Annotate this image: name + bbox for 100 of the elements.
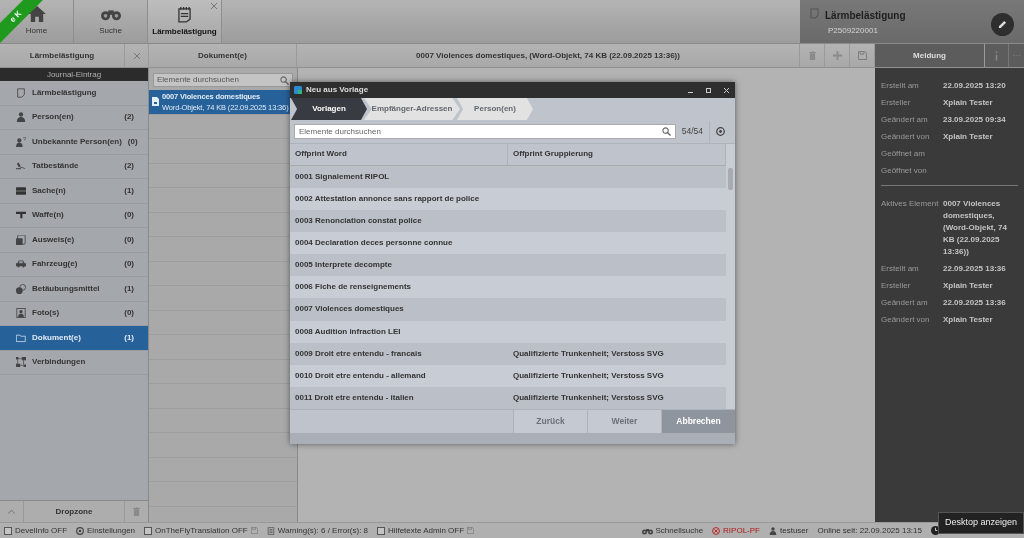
- table-row[interactable]: 0007 Violences domestiques: [290, 298, 726, 321]
- status-label[interactable]: Hilfetexte Admin OFF: [388, 524, 465, 537]
- document-icon: [16, 87, 26, 98]
- property-value: Xplain Tester: [943, 131, 993, 143]
- settings-icon[interactable]: [76, 526, 84, 535]
- sidebar-item[interactable]: Lärmbelästigung: [0, 81, 148, 106]
- search-icon[interactable]: [661, 127, 671, 136]
- sidebar-item[interactable]: Person(en) (2): [0, 105, 148, 130]
- wizard-step[interactable]: Vorlagen: [291, 98, 367, 120]
- status-label[interactable]: DevelInfo OFF: [15, 524, 67, 537]
- status-label[interactable]: Einstellungen: [87, 524, 136, 537]
- result-count: 54/54: [681, 125, 703, 138]
- search-icon[interactable]: [280, 75, 289, 85]
- sidebar-item[interactable]: Fahrzeug(e) (0): [0, 252, 148, 277]
- info-icon[interactable]: [995, 50, 998, 61]
- table-row[interactable]: 0002 Attestation annonce sans rapport de police: [290, 187, 726, 210]
- id-card-icon: [16, 234, 26, 245]
- table-row[interactable]: 0006 Fiche de renseignements: [290, 276, 726, 299]
- case-title: Lärmbelästigung: [825, 9, 906, 23]
- item-icon: [16, 185, 26, 196]
- notepad-icon: [178, 5, 191, 23]
- property-label: Aktives Element: [881, 198, 940, 210]
- search-field[interactable]: Elemente durchsuchen: [153, 73, 293, 87]
- sidebar-item[interactable]: Verbindungen: [0, 350, 148, 375]
- sidebar-item[interactable]: Sache(n) (1): [0, 179, 148, 204]
- property-label: Erstellt am: [881, 263, 920, 275]
- binoculars-icon[interactable]: [641, 526, 653, 535]
- person-icon: [16, 112, 26, 123]
- pistol-icon: [16, 210, 26, 221]
- sidebar-item[interactable]: Waffe(n) (0): [0, 203, 148, 228]
- settings-icon: [716, 127, 725, 136]
- status-label[interactable]: OnTheFlyTranslation OFF: [155, 524, 248, 537]
- panel-title: Lärmbelästigung: [29, 49, 95, 62]
- sidebar-item[interactable]: Unbekannte Person(en) (0): [0, 130, 148, 155]
- app-tab[interactable]: Lärmbelästigung: [148, 0, 222, 43]
- maximize-icon[interactable]: [706, 87, 711, 93]
- edit-button[interactable]: [991, 13, 1014, 36]
- wizard-step[interactable]: Person(en): [457, 98, 533, 120]
- property-label: Geändert am: [881, 114, 929, 126]
- column-header: Offprint Word: [295, 148, 347, 161]
- scrollbar-thumb[interactable]: [728, 168, 733, 190]
- property-value: Xplain Tester: [943, 97, 993, 109]
- error-icon[interactable]: [712, 526, 721, 535]
- table-row[interactable]: 0001 Signalement RIPOL: [290, 165, 726, 188]
- table-row[interactable]: 0010 Droit etre entendu - allemand Qualifizierte Trunkenheit; Verstoss SVG: [290, 364, 726, 387]
- edit-icon: [998, 20, 1007, 29]
- property-label: Geöffnet am: [881, 148, 926, 160]
- checkbox[interactable]: [144, 526, 153, 535]
- table-row[interactable]: 0005 Interprete decompte: [290, 254, 726, 277]
- status-label[interactable]: testuser: [780, 524, 809, 537]
- property-value: 22.09.2025 13:20: [943, 80, 1006, 92]
- property-value: 0007 Violences domestiques, (Word-Objekt, 74 KB (22.09.2025 13:36)): [943, 198, 1008, 258]
- column-header: Offprint Gruppierung: [513, 148, 593, 161]
- pills-icon: [16, 283, 26, 294]
- folder-icon: [16, 332, 26, 343]
- case-number: P2509220001: [828, 25, 879, 37]
- search-field[interactable]: Elemente durchsuchen: [294, 124, 676, 139]
- app-icon: [294, 86, 302, 94]
- table-row[interactable]: 0009 Droit etre entendu - francais Qualifizierte Trunkenheit; Verstoss SVG: [290, 342, 726, 365]
- word-file-icon: [152, 97, 159, 107]
- person-icon[interactable]: [769, 526, 777, 535]
- connections-icon: [16, 357, 26, 368]
- dialog-button[interactable]: Abbrechen: [661, 410, 735, 433]
- property-label: Erstellt am: [881, 80, 920, 92]
- panel-tab[interactable]: Meldung: [913, 49, 946, 62]
- property-label: Ersteller: [881, 97, 912, 109]
- notepad-icon[interactable]: [266, 526, 275, 535]
- table-row[interactable]: 0004 Declaration deces personne connue: [290, 232, 726, 255]
- tooltip: Desktop anzeigen: [937, 512, 1024, 534]
- status-label[interactable]: Schnellsuche: [655, 524, 704, 537]
- property-value: 22.09.2025 13:36: [943, 263, 1006, 275]
- panel-title: Dokument(e): [198, 49, 247, 62]
- property-label: Geändert am: [881, 297, 929, 309]
- chevron-up-icon[interactable]: [8, 509, 15, 514]
- gavel-icon: [16, 161, 26, 172]
- close-icon[interactable]: [724, 87, 729, 93]
- unknown-person-icon: [16, 136, 26, 147]
- sidebar-item[interactable]: Ausweis(e) (0): [0, 228, 148, 253]
- sidebar-item[interactable]: Betäubungsmittel (1): [0, 277, 148, 302]
- property-label: Geändert von: [881, 314, 931, 326]
- sidebar-item[interactable]: Dokument(e) (1): [0, 326, 148, 351]
- wizard-step[interactable]: Empfänger-Adressen: [364, 98, 460, 120]
- document-title: 0007 Violences domestiques, (Word-Objekt, 74 KB (22.09.2025 13:36)): [416, 49, 680, 62]
- sidebar-item[interactable]: Tatbestände (2): [0, 154, 148, 179]
- section-header: Journal-Eintrag: [0, 68, 148, 81]
- status-label[interactable]: RIPOL-PF: [723, 524, 760, 537]
- dialog-title: Neu aus Vorlage: [306, 84, 369, 96]
- save-icon[interactable]: [857, 51, 867, 60]
- property-value: 22.09.2025 13:36: [943, 297, 1006, 309]
- document-icon: [810, 8, 819, 19]
- property-label: Geöffnet von: [881, 165, 928, 177]
- status-label[interactable]: Warning(s): 6 / Error(s): 8: [277, 524, 369, 537]
- property-label: Ersteller: [881, 280, 912, 292]
- portrait-icon: [16, 308, 26, 319]
- table-row[interactable]: 0008 Audition infraction LEI: [290, 320, 726, 343]
- table-row[interactable]: 0011 Droit etre entendu - italien Qualifizierte Trunkenheit; Verstoss SVG: [290, 386, 726, 409]
- table-row[interactable]: 0003 Renonciation constat police: [290, 209, 726, 232]
- checkbox[interactable]: [377, 526, 386, 535]
- checkbox[interactable]: [4, 526, 12, 535]
- property-value: Xplain Tester: [943, 314, 993, 326]
